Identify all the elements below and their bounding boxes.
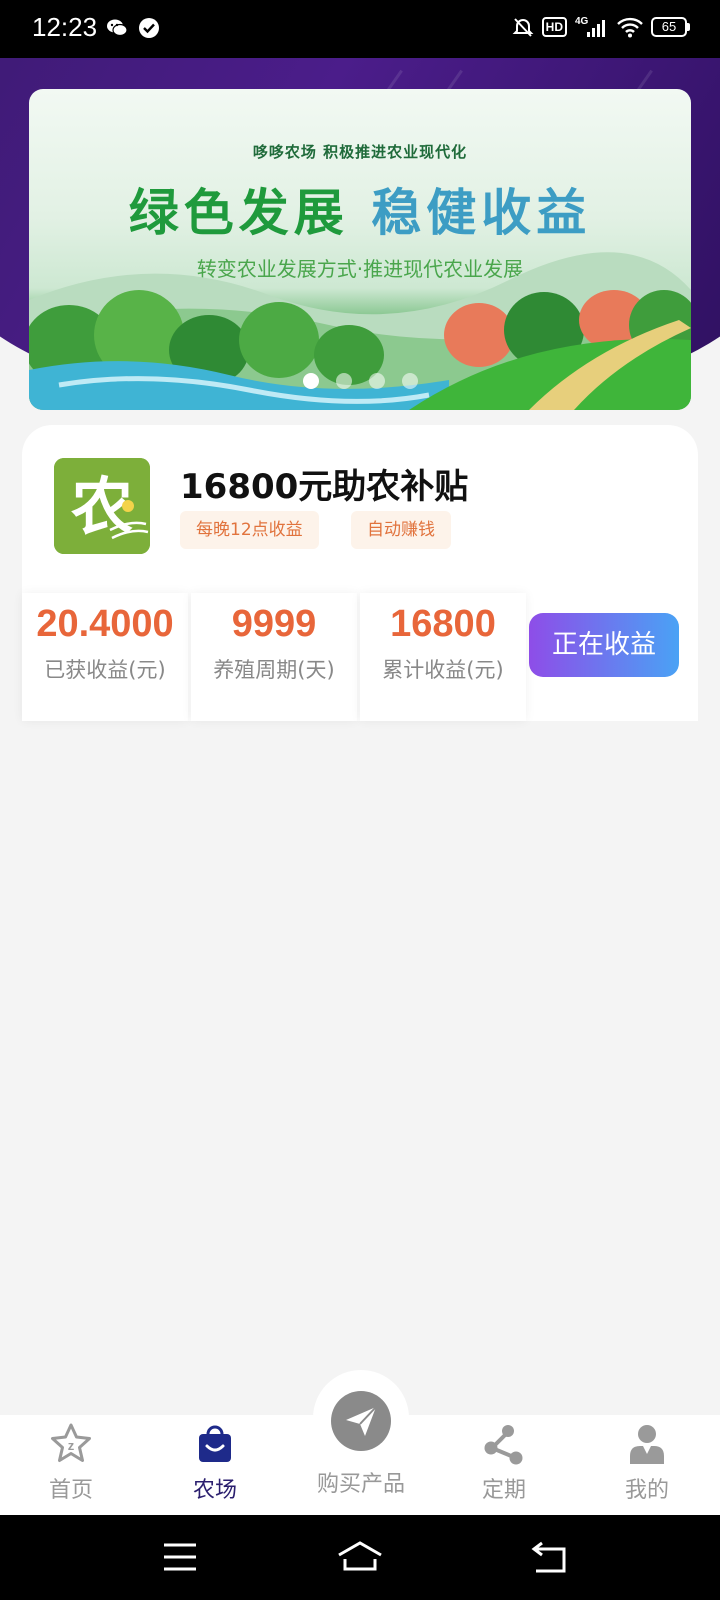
nav-item-fixed-term[interactable]: 定期 [449,1422,559,1504]
stat-total-value: 16800 [390,603,496,645]
back-icon[interactable] [530,1539,570,1575]
nav-label-buy: 购买产品 [316,1472,405,1497]
nav-label-home: 首页 [48,1478,93,1503]
check-circle-icon [139,18,159,38]
nav-label-farm: 农场 [192,1478,237,1503]
paper-plane-icon [331,1391,391,1451]
svg-text:4G: 4G [575,16,589,27]
stat-earned-label: 已获收益(元) [44,658,166,682]
stat-cycle-value: 9999 [231,603,317,645]
pagination-dot[interactable] [302,373,319,389]
tag-daily-income: 每晚12点收益 [180,511,319,549]
stat-earned: 20.4000 已获收益(元) [22,593,188,721]
menu-icon[interactable] [160,1539,200,1575]
system-navigation-bar [0,1515,720,1600]
star-home-icon: z [51,1423,91,1462]
nav-item-home[interactable]: z 首页 [16,1422,126,1504]
pagination-dot[interactable] [368,373,385,389]
wechat-icon [107,19,128,37]
farm-logo-icon: 农 [54,458,150,554]
stat-total-label: 累计收益(元) [382,658,504,682]
logo-graphic: 农 [54,458,150,554]
product-card[interactable]: 农 16800元助农补贴 每晚12点收益 自动赚钱 20.4000 已获收益(元… [22,425,698,721]
status-system-icons: HD 4G 65 [512,15,690,39]
nav-label-mine: 我的 [624,1478,669,1503]
status-time: 12:23 [32,12,98,42]
earning-status-button[interactable]: 正在收益 [529,613,679,677]
stat-cycle-label: 养殖周期(天) [213,658,335,682]
status-notification-icons [106,17,160,39]
pagination-dot[interactable] [401,373,418,389]
bell-off-icon [512,18,534,37]
pagination-dot[interactable] [335,373,352,389]
status-bar: 12:23 HD 4G 65 [0,0,720,58]
nav-item-mine[interactable]: 我的 [592,1422,702,1504]
svg-text:z: z [68,1438,75,1453]
nav-item-buy[interactable]: 购买产品 [300,1390,422,1498]
stat-total: 16800 累计收益(元) [360,593,526,721]
wifi-icon [617,17,643,38]
banner-pagination [29,373,691,389]
home-icon[interactable] [336,1539,384,1575]
promo-banner[interactable]: 哆哆农场 积极推进农业现代化 绿色发展 稳健收益 转变农业发展方式·推进现代农业… [29,89,691,410]
banner-subtitle: 哆哆农场 积极推进农业现代化 [252,143,468,161]
share-nodes-icon [484,1425,523,1465]
product-title: 16800元助农补贴 [180,467,469,507]
shopping-bag-icon [199,1425,231,1462]
battery-level: 65 [651,17,687,37]
nav-label-fixed-term: 定期 [481,1478,526,1503]
user-icon [630,1425,664,1464]
hd-icon: HD [541,17,567,37]
battery-icon: 65 [651,17,690,37]
stat-earned-value: 20.4000 [36,603,174,645]
signal-4g-icon: 4G [575,16,605,37]
stat-cycle: 9999 养殖周期(天) [191,593,357,721]
tag-auto-earn: 自动赚钱 [351,511,451,549]
nav-item-farm[interactable]: 农场 [160,1422,270,1504]
